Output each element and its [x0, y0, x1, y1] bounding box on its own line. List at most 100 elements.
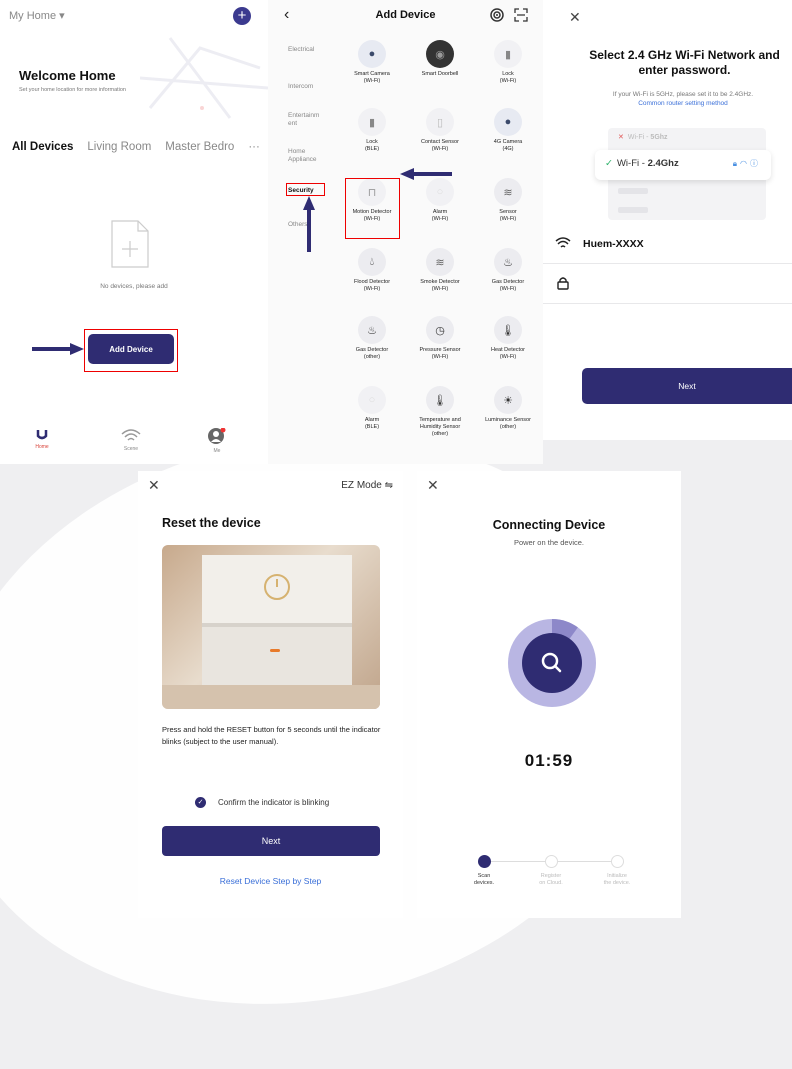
category-intercom[interactable]: Intercom: [288, 83, 313, 91]
camera-icon: ●: [358, 40, 386, 68]
close-icon[interactable]: ✕: [427, 477, 439, 494]
device-name: Heat Detector (Wi-Fi): [491, 347, 525, 360]
device-item[interactable]: 🌡︎ Temperature and Humidity Sensor (other…: [406, 386, 474, 438]
device-item[interactable]: ○ Alarm (BLE): [338, 386, 406, 431]
wifi-info-icons: 🔒︎◠ⓘ: [732, 159, 761, 168]
device-name: Alarm (Wi-Fi): [431, 209, 449, 222]
device-name: Lock (BLE): [364, 139, 380, 152]
device-item[interactable]: ≋ Smoke Detector (Wi-Fi): [406, 248, 474, 293]
tab-living-room[interactable]: Living Room: [87, 141, 151, 153]
device-item[interactable]: ● Smart Camera (Wi-Fi): [338, 40, 406, 85]
ez-mode-toggle[interactable]: EZ Mode ⇋: [341, 480, 393, 491]
reset-step-by-step-link[interactable]: Reset Device Step by Step: [138, 876, 403, 886]
arrow-up-icon: [303, 196, 315, 252]
cross-icon: ✕: [618, 134, 624, 141]
device-item[interactable]: ● 4G Camera (4G): [474, 108, 542, 153]
ssid-input[interactable]: Huem-XXXX: [583, 238, 644, 250]
camera-icon: ●: [494, 108, 522, 136]
nav-scene[interactable]: Scene: [101, 428, 161, 452]
step-scan: Scan devices.: [454, 855, 514, 887]
category-home-appliance[interactable]: Home Appliance: [288, 148, 317, 164]
device-name: Smart Camera (Wi-Fi): [354, 71, 390, 84]
nav-me[interactable]: Me: [187, 428, 247, 454]
home-screen: My Home ▾ + Welcome Home Set your home l…: [0, 0, 268, 464]
countdown-timer: 01:59: [524, 751, 574, 770]
wifi-subtitle: If your Wi-Fi is 5GHz, please set it to …: [612, 91, 754, 98]
wifi-band: 2.4Ghz: [647, 158, 679, 169]
router-setting-link[interactable]: Common router setting method: [553, 99, 792, 108]
empty-document-icon: [111, 220, 149, 268]
device-item[interactable]: 🌡︎ Heat Detector (Wi-Fi): [474, 316, 542, 361]
wifi-prefix: Wi-Fi -: [627, 134, 651, 141]
smoke-icon: ≋: [426, 248, 454, 276]
check-icon: ✓: [605, 158, 613, 169]
device-item[interactable]: ○ Alarm (Wi-Fi): [406, 178, 474, 223]
connecting-screen: ✕ Connecting Device Power on the device.…: [417, 471, 681, 918]
more-tabs-icon[interactable]: ···: [248, 141, 260, 153]
home-icon: [36, 430, 48, 440]
scan-qr-icon[interactable]: [514, 8, 528, 22]
device-name: Smoke Detector (Wi-Fi): [420, 279, 460, 292]
device-item[interactable]: ▮ Lock (BLE): [338, 108, 406, 153]
device-name: 4G Camera (4G): [493, 139, 523, 152]
password-row[interactable]: [543, 266, 792, 304]
category-entertainment[interactable]: Entertainm ent: [288, 112, 319, 128]
step-label: Initialize the device.: [603, 873, 631, 886]
close-icon[interactable]: ✕: [148, 477, 160, 494]
ssid-row[interactable]: [543, 228, 792, 264]
device-item[interactable]: ♨ Gas Detector (other): [338, 316, 406, 361]
sun-icon: ☀: [494, 386, 522, 414]
home-selector[interactable]: My Home ▾: [9, 9, 65, 22]
device-item[interactable]: ☀ Luminance Sensor (other): [474, 386, 542, 431]
device-name: Flood Detector (Wi-Fi): [353, 279, 391, 292]
step-label: Scan devices.: [473, 873, 495, 886]
device-photo: [162, 545, 380, 709]
progress-ring: [508, 619, 596, 707]
nav-label: Home: [35, 444, 49, 450]
tab-master-bedroom[interactable]: Master Bedro: [165, 141, 234, 153]
wifi-prefix: Wi-Fi -: [616, 158, 648, 169]
reset-instructions: Press and hold the RESET button for 5 se…: [162, 725, 381, 746]
next-button[interactable]: Next: [582, 368, 792, 404]
highlight-box: [286, 183, 325, 196]
add-device-screen: ‹ Add Device Electrical Intercom Enterta…: [268, 0, 543, 464]
device-item[interactable]: ≋ Sensor (Wi-Fi): [474, 178, 542, 223]
bottom-navigation: Home Scene Me: [0, 422, 268, 464]
device-item[interactable]: ◷ Pressure Sensor (Wi-Fi): [406, 316, 474, 361]
device-item[interactable]: 💧︎ Flood Detector (Wi-Fi): [338, 248, 406, 293]
alarm-icon: ○: [358, 386, 386, 414]
device-item[interactable]: ▮ Lock (Wi-Fi): [474, 40, 542, 85]
nav-label: Me: [213, 448, 221, 454]
contact-sensor-icon: ▯: [426, 108, 454, 136]
next-button[interactable]: Next: [162, 826, 380, 856]
page-title: Select 2.4 GHz Wi-Fi Network and enter p…: [589, 48, 780, 77]
close-icon[interactable]: ✕: [569, 9, 581, 26]
thermometer-icon: 🌡︎: [426, 386, 454, 414]
user-icon: [208, 428, 226, 444]
add-device-button[interactable]: Add Device: [88, 334, 174, 364]
confirm-checkbox[interactable]: ✓ Confirm the indicator is blinking: [195, 797, 329, 808]
auto-scan-icon[interactable]: [490, 8, 504, 22]
wifi-instructions: If your Wi-Fi is 5GHz, please set it to …: [553, 90, 792, 108]
room-tabs: All Devices Living Room Master Bedro ···: [12, 141, 260, 153]
add-icon[interactable]: +: [233, 7, 251, 25]
nav-home[interactable]: Home: [12, 428, 72, 450]
tab-all-devices[interactable]: All Devices: [12, 141, 73, 153]
device-item[interactable]: ◉ Smart Doorbell: [406, 40, 474, 78]
device-illustration: [162, 555, 380, 709]
checkbox-checked-icon[interactable]: ✓: [195, 797, 206, 808]
flame-icon: ♨: [358, 316, 386, 344]
flood-icon: 💧︎: [358, 248, 386, 276]
thermometer-icon: 🌡︎: [494, 316, 522, 344]
page-title: Connecting Device: [492, 518, 606, 532]
category-electrical[interactable]: Electrical: [288, 46, 314, 54]
placeholder-bar: [618, 188, 648, 194]
device-item[interactable]: ♨ Gas Detector (Wi-Fi): [474, 248, 542, 293]
device-name: Alarm (BLE): [364, 417, 380, 430]
lock-icon: [557, 277, 569, 290]
device-name: Luminance Sensor (other): [485, 417, 531, 430]
page-subtitle: Power on the device.: [513, 538, 585, 547]
wifi-icon: [555, 237, 571, 248]
welcome-subtitle[interactable]: Set your home location for more informat…: [19, 87, 126, 93]
device-item[interactable]: ▯ Contact Sensor (Wi-Fi): [406, 108, 474, 153]
